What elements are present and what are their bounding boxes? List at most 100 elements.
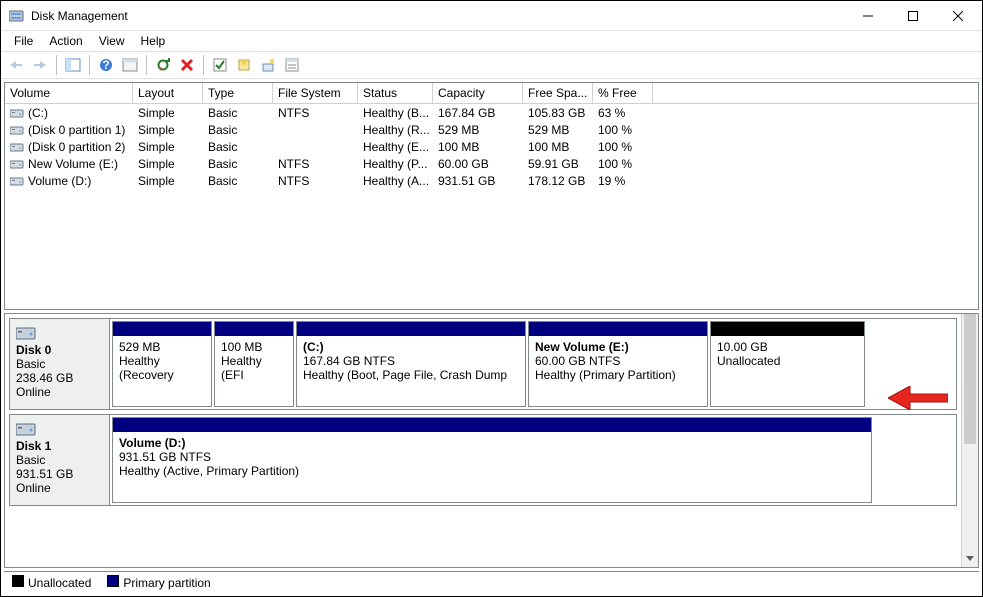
primary-stripe <box>113 322 211 336</box>
forward-icon[interactable] <box>29 54 51 76</box>
cell: 63 % <box>593 105 653 121</box>
new-icon[interactable] <box>233 54 255 76</box>
partition-body: 529 MBHealthy (Recovery <box>113 336 211 386</box>
volume-list[interactable]: VolumeLayoutTypeFile SystemStatusCapacit… <box>4 82 979 310</box>
check-icon[interactable] <box>209 54 231 76</box>
volume-row[interactable]: (Disk 0 partition 2)SimpleBasic Healthy (… <box>5 138 978 155</box>
volume-row[interactable]: (Disk 0 partition 1)SimpleBasicHealthy (… <box>5 121 978 138</box>
delete-icon[interactable] <box>176 54 198 76</box>
drive-icon <box>10 108 24 118</box>
cell: 19 % <box>593 173 653 189</box>
toolbar: ? <box>1 51 982 79</box>
refresh-icon[interactable] <box>152 54 174 76</box>
cell <box>273 146 358 148</box>
column-header-pctfree[interactable]: % Free <box>593 83 653 103</box>
cell: (Disk 0 partition 2) <box>5 139 133 155</box>
cell: 529 MB <box>523 122 593 138</box>
window-title: Disk Management <box>31 9 845 23</box>
wizard-icon[interactable] <box>257 54 279 76</box>
vertical-scrollbar[interactable] <box>961 314 978 567</box>
app-icon <box>9 8 25 24</box>
cell <box>273 129 358 131</box>
legend: Unallocated Primary partition <box>4 571 979 593</box>
partition-body: (C:)167.84 GB NTFSHealthy (Boot, Page Fi… <box>297 336 525 386</box>
column-header-status[interactable]: Status <box>358 83 433 103</box>
column-header-layout[interactable]: Layout <box>133 83 203 103</box>
legend-unallocated: Unallocated <box>12 575 91 590</box>
properties-icon[interactable] <box>119 54 141 76</box>
partition[interactable]: 100 MBHealthy (EFI <box>214 321 294 407</box>
column-header-filesystem[interactable]: File System <box>273 83 358 103</box>
menu-view[interactable]: View <box>92 32 132 50</box>
cell: 178.12 GB <box>523 173 593 189</box>
partition-body: Volume (D:)931.51 GB NTFSHealthy (Active… <box>113 432 871 482</box>
maximize-button[interactable] <box>890 2 935 30</box>
cell: NTFS <box>273 105 358 121</box>
disk-info[interactable]: Disk 0Basic238.46 GBOnline <box>10 319 110 409</box>
volume-row[interactable]: (C:)SimpleBasicNTFSHealthy (B...167.84 G… <box>5 104 978 121</box>
cell: Simple <box>133 139 203 155</box>
partition[interactable]: Volume (D:)931.51 GB NTFSHealthy (Active… <box>112 417 872 503</box>
column-header-spacer <box>653 83 978 103</box>
drive-icon <box>10 176 24 186</box>
volume-row[interactable]: Volume (D:)SimpleBasicNTFSHealthy (A...9… <box>5 172 978 189</box>
cell: Simple <box>133 122 203 138</box>
cell: 167.84 GB <box>433 105 523 121</box>
column-header-volume[interactable]: Volume <box>5 83 133 103</box>
menu-action[interactable]: Action <box>42 32 89 50</box>
cell: Simple <box>133 156 203 172</box>
disk-block: Disk 0Basic238.46 GBOnline529 MBHealthy … <box>9 318 957 410</box>
help-icon[interactable]: ? <box>95 54 117 76</box>
legend-primary: Primary partition <box>107 575 210 590</box>
drive-icon <box>10 142 24 152</box>
disk-block: Disk 1Basic931.51 GBOnlineVolume (D:)931… <box>9 414 957 506</box>
cell: 100 % <box>593 139 653 155</box>
separator <box>203 55 204 75</box>
cell: 100 % <box>593 122 653 138</box>
partition[interactable]: 529 MBHealthy (Recovery <box>112 321 212 407</box>
primary-stripe <box>113 418 871 432</box>
cell: Healthy (P... <box>358 156 433 172</box>
cell: Basic <box>203 105 273 121</box>
back-icon[interactable] <box>5 54 27 76</box>
column-header-type[interactable]: Type <box>203 83 273 103</box>
cell: 529 MB <box>433 122 523 138</box>
column-header-freespace[interactable]: Free Spa... <box>523 83 593 103</box>
separator <box>89 55 90 75</box>
settings-icon[interactable] <box>281 54 303 76</box>
cell: 105.83 GB <box>523 105 593 121</box>
cell: Healthy (A... <box>358 173 433 189</box>
cell: NTFS <box>273 156 358 172</box>
scroll-thumb[interactable] <box>964 314 976 444</box>
volume-row[interactable]: New Volume (E:)SimpleBasicNTFSHealthy (P… <box>5 155 978 172</box>
minimize-button[interactable] <box>845 2 890 30</box>
cell: Healthy (E... <box>358 139 433 155</box>
disk-icon <box>16 325 36 341</box>
cell: 100 % <box>593 156 653 172</box>
menu-help[interactable]: Help <box>134 32 173 50</box>
unallocated-stripe <box>711 322 864 336</box>
close-button[interactable] <box>935 2 980 30</box>
cell: 100 MB <box>433 139 523 155</box>
drive-icon <box>10 125 24 135</box>
separator <box>146 55 147 75</box>
cell: Volume (D:) <box>5 173 133 189</box>
separator <box>56 55 57 75</box>
partition[interactable]: 10.00 GBUnallocated <box>710 321 865 407</box>
show-hide-console-tree-icon[interactable] <box>62 54 84 76</box>
partition[interactable]: New Volume (E:)60.00 GB NTFSHealthy (Pri… <box>528 321 708 407</box>
cell: Basic <box>203 173 273 189</box>
cell: New Volume (E:) <box>5 156 133 172</box>
scroll-down-icon[interactable] <box>962 550 978 567</box>
menu-file[interactable]: File <box>7 32 40 50</box>
cell: Simple <box>133 173 203 189</box>
partition[interactable]: (C:)167.84 GB NTFSHealthy (Boot, Page Fi… <box>296 321 526 407</box>
partition-body: New Volume (E:)60.00 GB NTFSHealthy (Pri… <box>529 336 707 386</box>
svg-text:?: ? <box>102 58 109 72</box>
cell: Basic <box>203 122 273 138</box>
cell: Basic <box>203 139 273 155</box>
unallocated-swatch <box>12 575 24 587</box>
cell: 100 MB <box>523 139 593 155</box>
disk-info[interactable]: Disk 1Basic931.51 GBOnline <box>10 415 110 505</box>
column-header-capacity[interactable]: Capacity <box>433 83 523 103</box>
